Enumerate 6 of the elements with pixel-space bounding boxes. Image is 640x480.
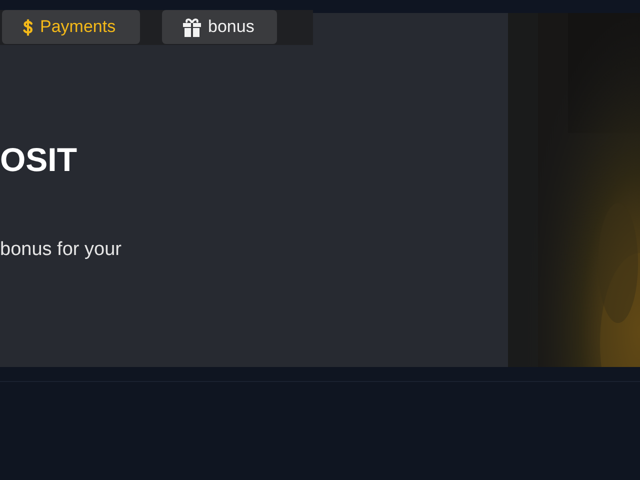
tab[interactable]: bonus — [162, 10, 277, 44]
banner-heading: OSIT — [0, 140, 78, 180]
tab[interactable]: Payments — [2, 10, 140, 44]
banner-text: bonus for your — [0, 238, 122, 262]
dollar-icon — [22, 18, 34, 36]
gift-icon — [182, 17, 202, 37]
